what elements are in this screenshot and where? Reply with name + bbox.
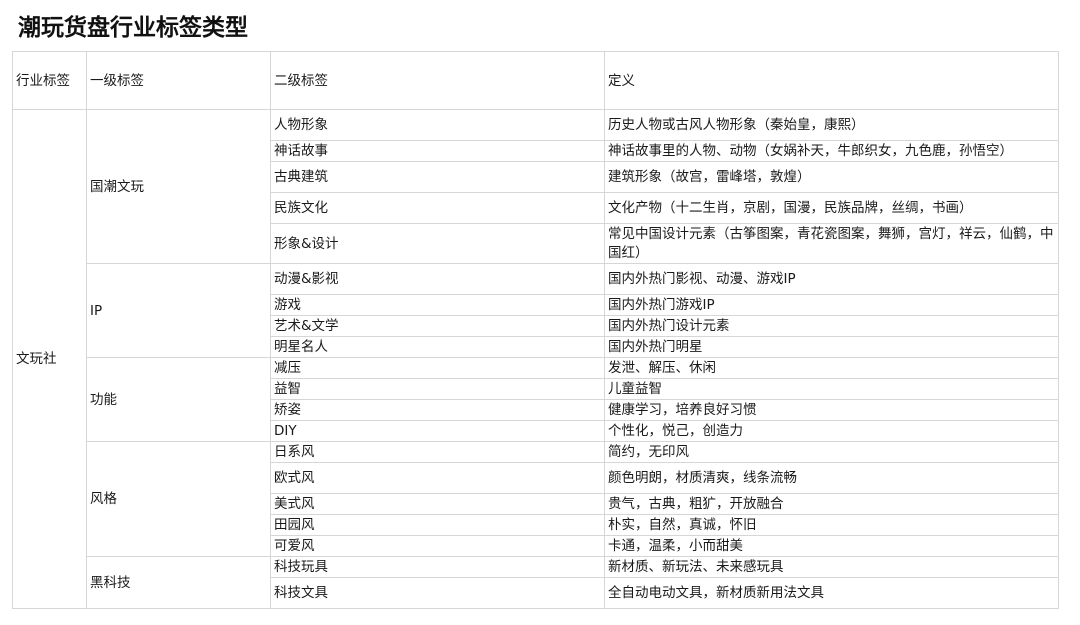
- definition-cell: 建筑形象（故宫，雷峰塔，敦煌）: [604, 161, 1059, 193]
- label-cell: 益智: [270, 378, 605, 400]
- definition-cell: 神话故事里的人物、动物（女娲补天，牛郎织女，九色鹿，孙悟空）: [604, 140, 1059, 162]
- label-cell: 明星名人: [270, 336, 605, 358]
- tag-table: 行业标签 一级标签 二级标签 定义 文玩社 国潮文玩 人物形象 历史人物或古风人…: [12, 51, 1059, 609]
- group-cell: IP: [86, 263, 271, 358]
- definition-cell: 国内外热门明星: [604, 336, 1059, 358]
- group-cell: 功能: [86, 357, 271, 442]
- header-level2-tag: 二级标签: [270, 51, 605, 110]
- definition-cell: 新材质、新玩法、未来感玩具: [604, 556, 1059, 578]
- definition-cell: 朴实，自然，真诚，怀旧: [604, 514, 1059, 536]
- header-level1-tag: 一级标签: [86, 51, 271, 110]
- definition-cell: 卡通，温柔，小而甜美: [604, 535, 1059, 557]
- label-cell: 民族文化: [270, 192, 605, 224]
- label-cell: 可爱风: [270, 535, 605, 557]
- table-body: 文玩社 国潮文玩 人物形象 历史人物或古风人物形象（秦始皇，康熙） 神话故事 神…: [12, 109, 1059, 609]
- definition-cell: 贵气，古典，粗犷，开放融合: [604, 493, 1059, 515]
- label-cell: 游戏: [270, 294, 605, 316]
- definition-cell: 发泄、解压、休闲: [604, 357, 1059, 379]
- definition-cell: 儿童益智: [604, 378, 1059, 400]
- group-cell: 黑科技: [86, 556, 271, 609]
- label-cell: 科技玩具: [270, 556, 605, 578]
- page-title: 潮玩货盘行业标签类型: [18, 15, 248, 41]
- label-cell: 人物形象: [270, 109, 605, 141]
- label-cell: 形象&设计: [270, 223, 605, 264]
- table-row: 文玩社 国潮文玩 人物形象 历史人物或古风人物形象（秦始皇，康熙）: [12, 109, 1059, 609]
- label-cell: 科技文具: [270, 577, 605, 609]
- table-row: 风格 日系风 简约，无印风: [13, 441, 1059, 557]
- label-cell: 欧式风: [270, 462, 605, 494]
- label-cell: 减压: [270, 357, 605, 379]
- header-definition: 定义: [604, 51, 1059, 110]
- definition-cell: 简约，无印风: [604, 441, 1059, 463]
- header-row: 行业标签 一级标签 二级标签 定义: [12, 51, 1059, 110]
- table-row: IP 动漫&影视 国内外热门影视、动漫、游戏IP: [13, 263, 1059, 358]
- label-cell: 田园风: [270, 514, 605, 536]
- label-cell: 日系风: [270, 441, 605, 463]
- definition-cell: 文化产物（十二生肖，京剧，国漫，民族品牌，丝绸，书画）: [604, 192, 1059, 224]
- definition-cell: 个性化，悦己，创造力: [604, 420, 1059, 442]
- definition-cell: 国内外热门游戏IP: [604, 294, 1059, 316]
- definition-cell: 常见中国设计元素（古筝图案，青花瓷图案，舞狮，宫灯，祥云，仙鹤，中国红）: [604, 223, 1059, 264]
- label-cell: 动漫&影视: [270, 263, 605, 295]
- definition-cell: 颜色明朗，材质清爽，线条流畅: [604, 462, 1059, 494]
- table-row: 黑科技 科技玩具 新材质、新玩法、未来感玩具: [13, 556, 1059, 609]
- table-row: 功能 减压 发泄、解压、休闲: [13, 357, 1059, 442]
- label-cell: DIY: [270, 420, 605, 442]
- group-cell: 风格: [86, 441, 271, 557]
- label-cell: 美式风: [270, 493, 605, 515]
- definition-cell: 健康学习，培养良好习惯: [604, 399, 1059, 421]
- definition-cell: 国内外热门设计元素: [604, 315, 1059, 337]
- definition-cell: 历史人物或古风人物形象（秦始皇，康熙）: [604, 109, 1059, 141]
- group-cell: 国潮文玩: [86, 109, 271, 264]
- label-cell: 神话故事: [270, 140, 605, 162]
- label-cell: 古典建筑: [270, 161, 605, 193]
- industry-cell: 文玩社: [12, 109, 87, 609]
- header-industry-tag: 行业标签: [12, 51, 87, 110]
- definition-cell: 全自动电动文具，新材质新用法文具: [604, 577, 1059, 609]
- label-cell: 艺术&文学: [270, 315, 605, 337]
- definition-cell: 国内外热门影视、动漫、游戏IP: [604, 263, 1059, 295]
- label-cell: 矫姿: [270, 399, 605, 421]
